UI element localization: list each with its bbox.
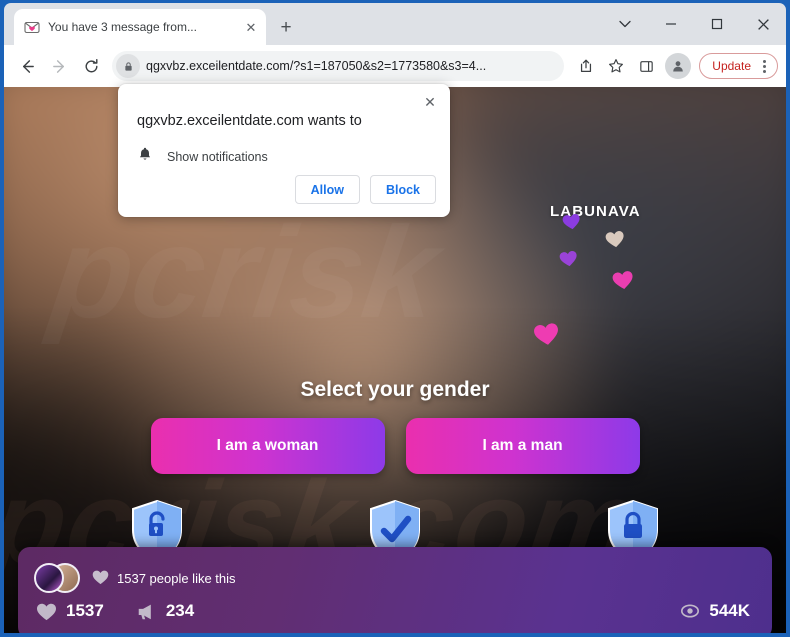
side-panel-icon[interactable] (632, 52, 660, 80)
gender-button-woman[interactable]: I am a woman (150, 418, 385, 474)
social-stats-row: 1537 234 544K (18, 601, 772, 621)
back-icon[interactable] (12, 51, 42, 81)
heart-icon (92, 569, 109, 588)
profile-avatar-icon[interactable] (665, 53, 692, 79)
avatar-group (34, 563, 80, 593)
allow-button[interactable]: Allow (294, 175, 360, 204)
stat-views[interactable]: 544K (680, 601, 750, 621)
gender-button-man[interactable]: I am a man (405, 418, 640, 474)
minimize-icon[interactable] (648, 3, 694, 45)
megaphone-icon (136, 602, 157, 621)
forward-icon[interactable] (44, 51, 74, 81)
tab-title: You have 3 message from... (48, 20, 197, 34)
like-summary: 1537 people like this (92, 569, 236, 588)
stat-likes-value: 1537 (66, 601, 104, 620)
heart-icon (561, 212, 582, 231)
new-tab-button[interactable]: + (272, 13, 300, 41)
update-label: Update (712, 59, 751, 73)
update-button[interactable]: Update (699, 53, 778, 79)
eye-icon (680, 602, 700, 620)
lock-icon[interactable] (116, 54, 140, 78)
permission-item-label: Show notifications (167, 149, 268, 164)
share-icon[interactable] (572, 52, 600, 80)
social-like-row: 1537 people like this (18, 547, 772, 593)
address-bar-text: qgxvbz.exceilentdate.com/?s1=187050&s2=1… (146, 59, 487, 73)
bell-icon (137, 146, 153, 167)
reload-icon[interactable] (76, 51, 106, 81)
window-controls (602, 3, 786, 45)
tab-search-icon[interactable] (602, 3, 648, 45)
social-proof-card: 1537 people like this 1537 234 544K (18, 547, 772, 633)
address-bar[interactable]: qgxvbz.exceilentdate.com/?s1=187050&s2=1… (112, 51, 565, 81)
stat-shares[interactable]: 234 (136, 601, 194, 621)
kebab-menu-icon[interactable] (755, 55, 773, 77)
heart-icon (611, 269, 636, 292)
heart-icon (531, 320, 561, 348)
permission-dialog-actions: Allow Block (294, 175, 436, 204)
avatar (34, 563, 64, 593)
close-window-icon[interactable] (740, 3, 786, 45)
browser-tab[interactable]: You have 3 message from... ✕ (14, 9, 266, 45)
tab-close-icon[interactable]: ✕ (242, 18, 260, 36)
page-title: Select your gender (300, 378, 490, 401)
stat-likes[interactable]: 1537 (36, 601, 104, 621)
envelope-heart-icon (24, 19, 40, 35)
browser-toolbar: qgxvbz.exceilentdate.com/?s1=187050&s2=1… (4, 45, 786, 87)
block-button[interactable]: Block (369, 175, 436, 204)
heart-icon (36, 602, 57, 621)
heart-icon (604, 229, 626, 250)
permission-dialog-title: qgxvbz.exceilentdate.com wants to (137, 113, 362, 129)
close-icon[interactable]: ✕ (420, 92, 440, 112)
permission-item: Show notifications (137, 146, 268, 167)
stat-views-value: 544K (709, 601, 750, 620)
tab-strip: You have 3 message from... ✕ + (4, 3, 786, 45)
maximize-icon[interactable] (694, 3, 740, 45)
stat-shares-value: 234 (165, 601, 195, 620)
star-icon[interactable] (602, 52, 630, 80)
gender-selection: I am a woman I am a man (4, 418, 786, 474)
like-summary-text: 1537 people like this (117, 570, 236, 586)
browser-window: You have 3 message from... ✕ + qgxvbz.ex… (0, 0, 790, 637)
notification-permission-dialog: ✕ qgxvbz.exceilentdate.com wants to Show… (118, 84, 450, 217)
heart-icon (558, 249, 579, 268)
